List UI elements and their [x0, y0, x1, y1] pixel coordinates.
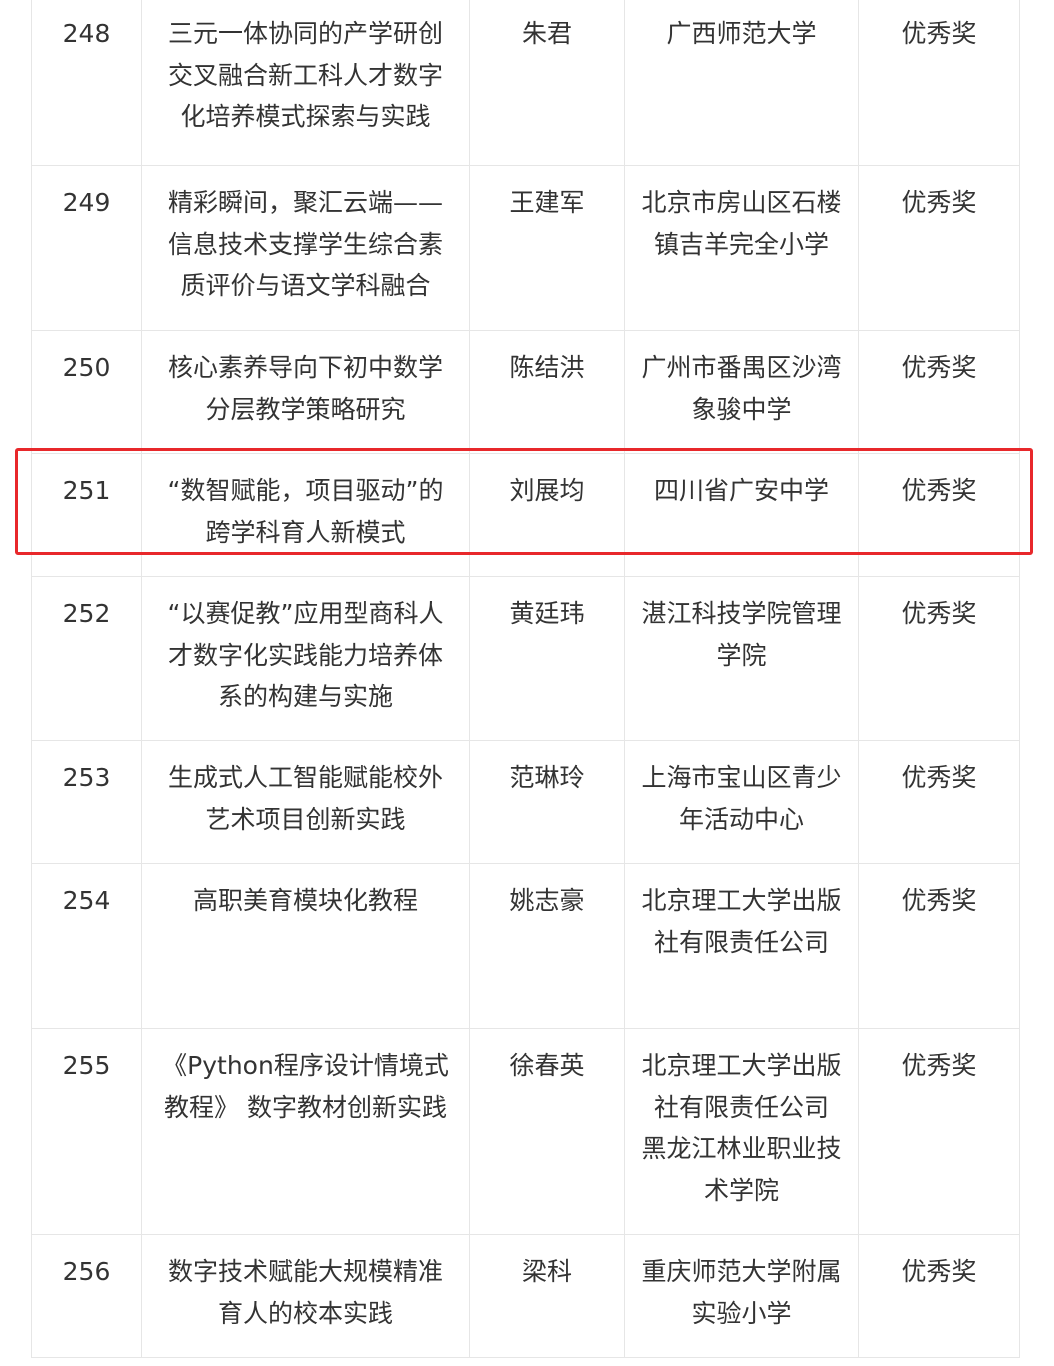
award-level: 优秀奖: [858, 1028, 1020, 1235]
organization: 广西师范大学: [624, 0, 859, 166]
organization: 广州市番禺区沙湾象骏中学: [624, 330, 859, 454]
table-row: 252 “以赛促教”应用型商科人才数字化实践能力培养体系的构建与实施 黄廷玮 湛…: [31, 576, 1020, 741]
table-row: 248 三元一体协同的产学研创交叉融合新工科人才数字化培养模式探索与实践 朱君 …: [31, 0, 1020, 166]
award-level: 优秀奖: [858, 330, 1020, 454]
row-number: 256: [31, 1234, 142, 1358]
project-title: 《Python程序设计情境式教程》 数字教材创新实践: [141, 1028, 470, 1235]
row-number: 253: [31, 740, 142, 864]
row-number: 252: [31, 576, 142, 741]
award-level: 优秀奖: [858, 453, 1020, 577]
organization: 四川省广安中学: [624, 453, 859, 577]
project-title: 三元一体协同的产学研创交叉融合新工科人才数字化培养模式探索与实践: [141, 0, 470, 166]
row-number: 255: [31, 1028, 142, 1235]
table-row: 255 《Python程序设计情境式教程》 数字教材创新实践 徐春英 北京理工大…: [31, 1028, 1020, 1235]
project-title: 数字技术赋能大规模精准育人的校本实践: [141, 1234, 470, 1358]
author-name: 梁科: [469, 1234, 625, 1358]
project-title: 精彩瞬间，聚汇云端——信息技术支撑学生综合素质评价与语文学科融合: [141, 165, 470, 331]
award-level: 优秀奖: [858, 165, 1020, 331]
organization: 重庆师范大学附属实验小学: [624, 1234, 859, 1358]
author-name: 陈结洪: [469, 330, 625, 454]
table-row: 253 生成式人工智能赋能校外艺术项目创新实践 范琳玲 上海市宝山区青少年活动中…: [31, 740, 1020, 864]
organization: 北京理工大学出版社有限责任公司 黑龙江林业职业技术学院: [624, 1028, 859, 1235]
author-name: 王建军: [469, 165, 625, 331]
table-row-highlighted: 251 “数智赋能，项目驱动”的跨学科育人新模式 刘展均 四川省广安中学 优秀奖: [31, 453, 1020, 577]
author-name: 黄廷玮: [469, 576, 625, 741]
author-name: 徐春英: [469, 1028, 625, 1235]
organization: 北京市房山区石楼镇吉羊完全小学: [624, 165, 859, 331]
author-name: 刘展均: [469, 453, 625, 577]
project-title: 生成式人工智能赋能校外艺术项目创新实践: [141, 740, 470, 864]
award-level: 优秀奖: [858, 740, 1020, 864]
row-number: 249: [31, 165, 142, 331]
author-name: 范琳玲: [469, 740, 625, 864]
project-title: 核心素养导向下初中数学分层教学策略研究: [141, 330, 470, 454]
project-title: 高职美育模块化教程: [141, 863, 470, 1029]
table-row: 254 高职美育模块化教程 姚志豪 北京理工大学出版社有限责任公司 优秀奖: [31, 863, 1020, 1029]
author-name: 姚志豪: [469, 863, 625, 1029]
row-number: 248: [31, 0, 142, 166]
award-level: 优秀奖: [858, 863, 1020, 1029]
award-level: 优秀奖: [858, 1234, 1020, 1358]
organization: 上海市宝山区青少年活动中心: [624, 740, 859, 864]
award-level: 优秀奖: [858, 576, 1020, 741]
project-title: “以赛促教”应用型商科人才数字化实践能力培养体系的构建与实施: [141, 576, 470, 741]
table-row: 249 精彩瞬间，聚汇云端——信息技术支撑学生综合素质评价与语文学科融合 王建军…: [31, 165, 1020, 331]
organization: 湛江科技学院管理学院: [624, 576, 859, 741]
row-number: 254: [31, 863, 142, 1029]
author-name: 朱君: [469, 0, 625, 166]
organization: 北京理工大学出版社有限责任公司: [624, 863, 859, 1029]
award-level: 优秀奖: [858, 0, 1020, 166]
row-number: 251: [31, 453, 142, 577]
row-number: 250: [31, 330, 142, 454]
table-row: 256 数字技术赋能大规模精准育人的校本实践 梁科 重庆师范大学附属实验小学 优…: [31, 1234, 1020, 1358]
project-title: “数智赋能，项目驱动”的跨学科育人新模式: [141, 453, 470, 577]
awards-table: 248 三元一体协同的产学研创交叉融合新工科人才数字化培养模式探索与实践 朱君 …: [31, 0, 1020, 1358]
table-row: 250 核心素养导向下初中数学分层教学策略研究 陈结洪 广州市番禺区沙湾象骏中学…: [31, 330, 1020, 454]
